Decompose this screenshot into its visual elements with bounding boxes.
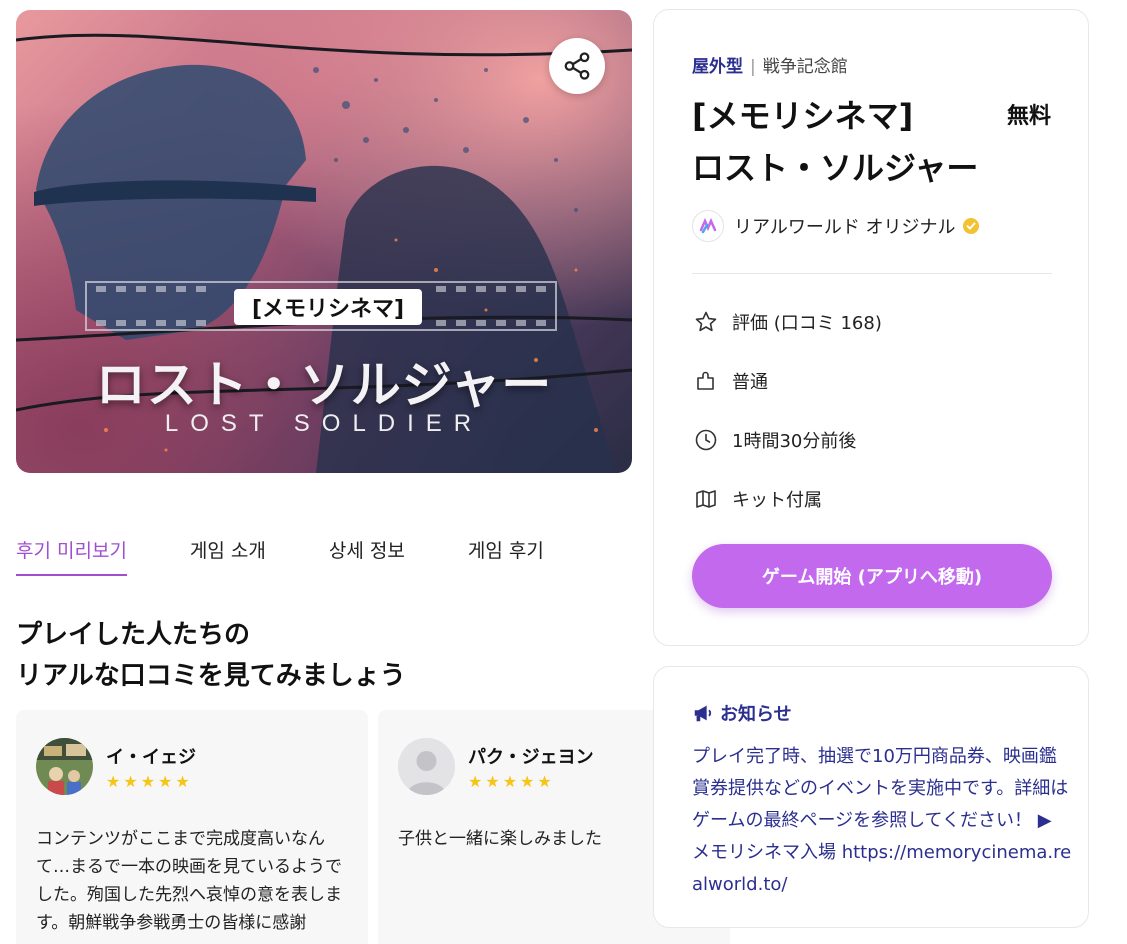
tab-details[interactable]: 상세 정보 <box>329 536 405 576</box>
poster-badge: [メモリシネマ] <box>234 289 422 325</box>
verified-badge-icon <box>962 218 979 234</box>
share-icon <box>564 52 590 80</box>
poster-subtitle: LOST SOLDIER <box>164 410 484 437</box>
clock-icon <box>692 426 720 454</box>
review-text: コンテンツがここまで完成度高いなんて…まるで一本の映画を見ているようでした。殉国… <box>36 829 342 933</box>
star-rating: ★★★★★ <box>106 772 193 791</box>
map-icon <box>692 485 720 513</box>
tab-review-preview[interactable]: 후기 미리보기 <box>16 536 127 576</box>
game-price: 無料 <box>1006 104 1051 129</box>
reviewer-avatar <box>36 738 93 795</box>
review-card[interactable]: イ・イェジ ★★★★★ コンテンツがここまで完成度高いなんて…まるで一本の映画を… <box>16 710 368 944</box>
reviews-heading-line1: プレイした人たちの <box>16 620 251 650</box>
star-rating: ★★★★★ <box>468 772 555 791</box>
tab-game-reviews[interactable]: 게임 후기 <box>468 536 544 576</box>
meta-separator: | <box>750 57 756 77</box>
megaphone-icon <box>694 705 712 722</box>
share-button[interactable] <box>549 38 605 94</box>
game-info-card: 屋外型 | 戦争記念館 [メモリシネマ] ロスト・ソルジャー 無料 リアルワールド … <box>653 9 1089 646</box>
puzzle-icon <box>692 367 720 395</box>
star-icon <box>692 308 720 336</box>
kit-row: キット付属 <box>692 485 822 513</box>
kit-label: キット付属 <box>732 490 822 511</box>
game-type: 屋外型 <box>692 57 743 77</box>
notice-body[interactable]: プレイ完了時、抽選で10万円商品券、映画鑑賞券提供などのイベントを実施中です。詳… <box>692 741 1074 901</box>
rating-row[interactable]: 評価 (口コミ 168) <box>692 308 882 336</box>
game-meta: 屋外型 | 戦争記念館 <box>692 52 848 77</box>
duration-label: 1時間30分前後 <box>732 431 857 452</box>
game-category: 戦争記念館 <box>762 57 848 77</box>
default-avatar-icon <box>398 738 455 795</box>
creator-link[interactable]: リアルワールド オリジナル <box>692 210 980 242</box>
realworld-logo-icon <box>692 210 724 242</box>
creator-name: リアルワールド オリジナル <box>734 217 956 238</box>
reviews-heading: プレイした人たちの リアルな口コミを見てみましょう <box>16 615 406 697</box>
notice-title: お知らせ <box>720 704 792 725</box>
reviews-heading-line2: リアルな口コミを見てみましょう <box>16 661 406 691</box>
divider <box>692 273 1052 274</box>
reviewer-name: イ・イェジ <box>106 747 196 768</box>
game-title-line1: [メモリシネマ] <box>692 97 914 135</box>
start-game-button[interactable]: ゲーム開始 (アプリへ移動) <box>692 544 1052 608</box>
notice-header: お知らせ <box>692 700 792 726</box>
game-title: [メモリシネマ] ロスト・ソルジャー <box>692 90 978 194</box>
tab-bar: 후기 미리보기 게임 소개 상세 정보 게임 후기 <box>16 536 607 576</box>
difficulty-label: 普通 <box>732 372 768 393</box>
duration-row: 1時間30分前後 <box>692 426 856 454</box>
reviewer-avatar <box>398 738 455 795</box>
poster-title: ロスト・ソルジャー <box>95 356 553 414</box>
tab-game-intro[interactable]: 게임 소개 <box>190 536 266 576</box>
notice-card: お知らせ プレイ完了時、抽選で10万円商品券、映画鑑賞券提供などのイベントを実施… <box>653 666 1089 928</box>
rating-label: 評価 (口コミ 168) <box>732 313 882 334</box>
game-poster: [メモリシネマ] ロスト・ソルジャー LOST SOLDIER <box>16 10 632 473</box>
difficulty-row: 普通 <box>692 367 768 395</box>
reviewer-name: パク・ジェヨン <box>468 747 594 768</box>
game-title-line2: ロスト・ソルジャー <box>692 149 979 187</box>
photo-avatar-icon <box>36 738 93 795</box>
